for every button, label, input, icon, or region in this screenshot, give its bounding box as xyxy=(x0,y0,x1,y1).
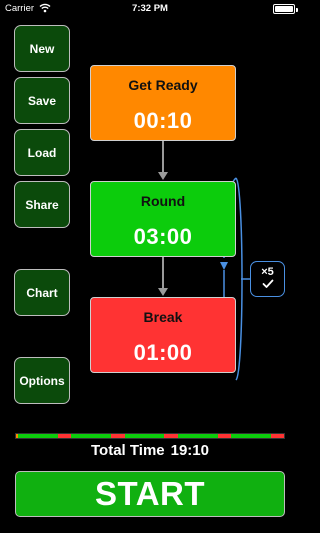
timeline-segment xyxy=(71,434,112,438)
repeat-count-label: ×5 xyxy=(261,266,274,278)
start-button[interactable]: START xyxy=(15,471,285,517)
timeline-segment xyxy=(270,434,285,438)
timeline-segment xyxy=(164,434,178,438)
timeline-segment xyxy=(58,434,72,438)
timeline-segment xyxy=(18,434,59,438)
total-time: Total Time 19:10 xyxy=(0,442,300,459)
phase-card-break[interactable]: Break 01:00 xyxy=(90,297,236,373)
connector-arrow xyxy=(158,257,168,296)
timeline-segment xyxy=(124,434,165,438)
phase-card-round[interactable]: Round 03:00 xyxy=(90,181,236,257)
total-time-value: 19:10 xyxy=(170,442,209,459)
checkmark-icon xyxy=(262,279,273,288)
total-time-label: Total Time xyxy=(91,442,165,459)
phase-time: 01:00 xyxy=(133,340,193,365)
phase-name: Get Ready xyxy=(128,77,198,93)
phase-card-get-ready[interactable]: Get Ready 00:10 xyxy=(90,65,236,141)
timeline-segment xyxy=(111,434,125,438)
phase-name: Round xyxy=(140,193,186,209)
repeat-count-badge[interactable]: ×5 xyxy=(250,261,285,297)
timeline-segment xyxy=(177,434,218,438)
timeline-segment xyxy=(230,434,271,438)
phase-time: 03:00 xyxy=(133,224,193,249)
connector-arrow xyxy=(158,141,168,180)
phase-time: 00:10 xyxy=(133,108,193,133)
phase-name: Break xyxy=(143,309,183,325)
timeline-segment xyxy=(217,434,231,438)
timeline-bar xyxy=(15,433,285,439)
